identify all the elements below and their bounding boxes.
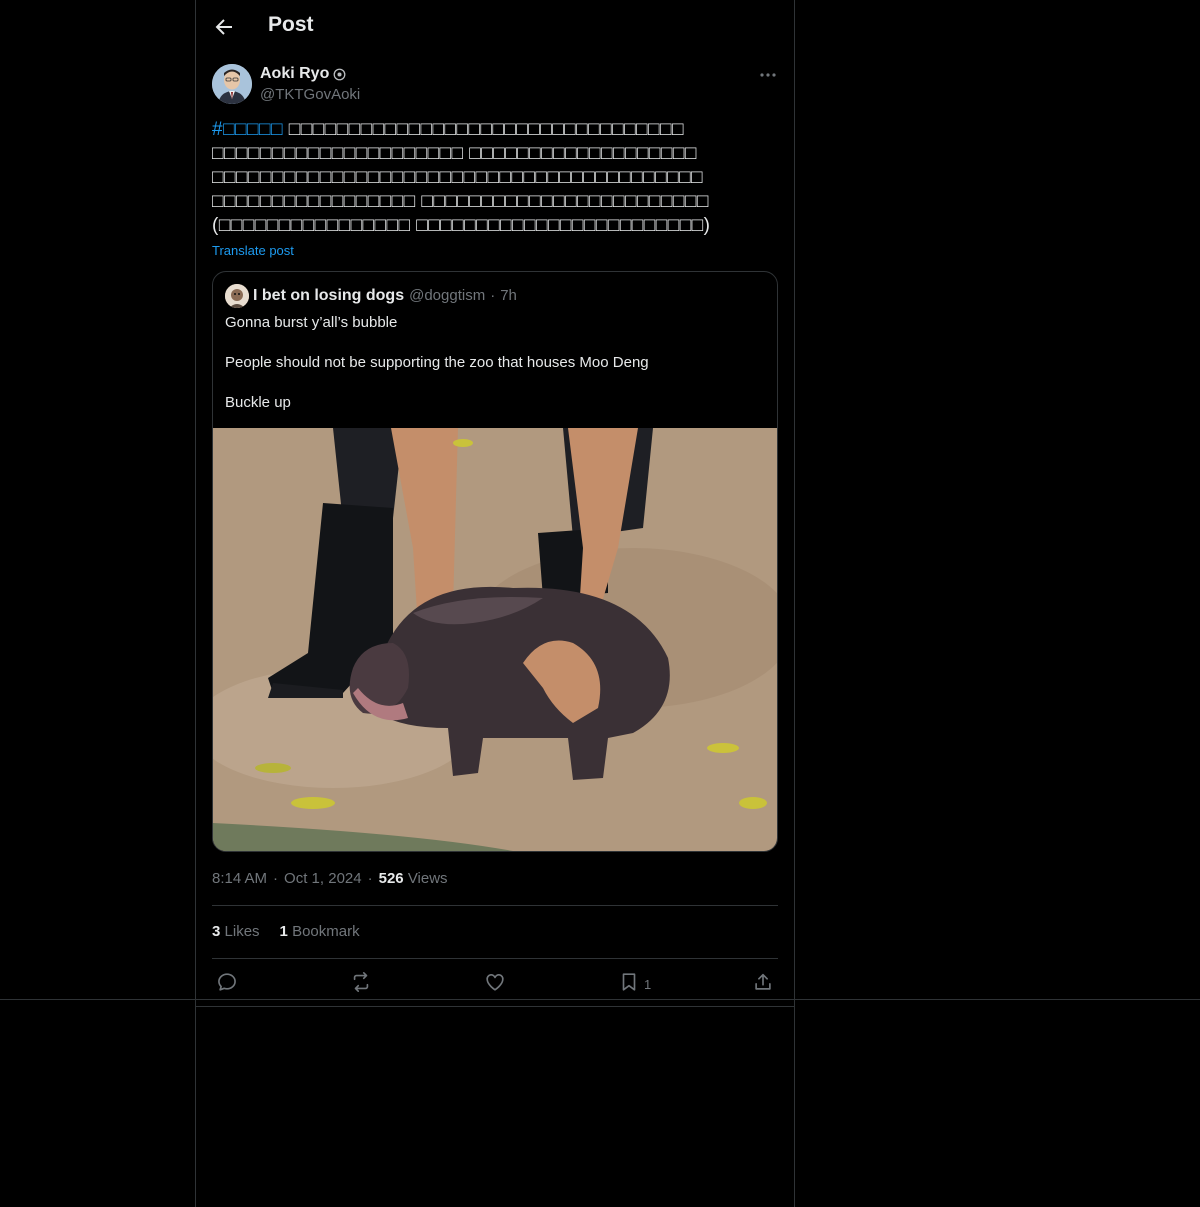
quote-avatar[interactable] bbox=[225, 284, 249, 308]
post-text-line: #□□□□□ □□□□□□□□□□□□□□□□□□□□□□□□□□□□□□□□□ bbox=[212, 119, 684, 140]
views-count: 526 bbox=[378, 870, 404, 887]
reply-icon[interactable] bbox=[216, 971, 238, 993]
hashtag-link[interactable]: #□□□□□ bbox=[212, 119, 283, 140]
views-label: Views bbox=[407, 870, 448, 887]
author-name[interactable]: Aoki Ryo bbox=[260, 65, 346, 83]
quote-text-line: Buckle up bbox=[225, 394, 291, 411]
post-text-line: □□□□□□□□□□□□□□□□□□□□□□□□□□□□□□□□□□□□□□□□… bbox=[212, 167, 704, 188]
bookmarks-stat[interactable]: 1 Bookmark bbox=[280, 923, 360, 940]
quote-text-line: People should not be supporting the zoo … bbox=[225, 354, 649, 371]
bookmark-icon[interactable] bbox=[618, 971, 640, 993]
quoted-post[interactable]: I bet on losing dogs @doggtism · 7h Gonn… bbox=[212, 271, 778, 852]
bookmarks-count: 1 bbox=[279, 923, 288, 940]
post-meta: 8:14 AM · Oct 1, 2024 · 526 Views bbox=[212, 870, 448, 887]
separator: · bbox=[490, 287, 496, 304]
divider bbox=[212, 905, 778, 906]
heart-icon[interactable] bbox=[484, 971, 506, 993]
likes-label: Likes bbox=[224, 923, 260, 940]
quote-timestamp[interactable]: 7h bbox=[500, 287, 517, 304]
quote-author-name[interactable]: I bet on losing dogs bbox=[253, 287, 404, 305]
divider bbox=[212, 958, 778, 959]
page-title: Post bbox=[268, 13, 314, 36]
likes-count: 3 bbox=[212, 923, 221, 940]
quote-author-handle[interactable]: @doggtism bbox=[409, 287, 485, 304]
quote-text-line: Gonna burst y’all’s bubble bbox=[225, 314, 398, 331]
post-text: #□□□□□ □□□□□□□□□□□□□□□□□□□□□□□□□□□□□□□□□… bbox=[212, 118, 792, 238]
post-text-line: (□□□□□□□□□□□□□□□□ □□□□□□□□□□□□□□□□□□□□□□… bbox=[212, 215, 711, 236]
separator: · bbox=[367, 870, 373, 887]
repost-icon[interactable] bbox=[350, 971, 372, 993]
post-text-line: □□□□□□□□□□□□□□□□□ □□□□□□□□□□□□□□□□□□□□□□… bbox=[212, 191, 709, 212]
author-name-text: Aoki Ryo bbox=[260, 65, 330, 82]
post-time[interactable]: 8:14 AM bbox=[212, 870, 267, 887]
bookmarks-label: Bookmark bbox=[292, 923, 360, 940]
separator: · bbox=[273, 870, 279, 887]
post-text-line: □□□□□□□□□□□□□□□□□□□□□ □□□□□□□□□□□□□□□□□□… bbox=[212, 143, 697, 164]
verified-badge-icon bbox=[333, 68, 346, 80]
quote-header: I bet on losing dogs @doggtism · 7h bbox=[253, 287, 517, 305]
divider bbox=[196, 1006, 794, 1007]
engagement-stats: 3 Likes 1 Bookmark bbox=[212, 923, 360, 940]
author-handle[interactable]: @TKTGovAoki bbox=[260, 86, 360, 103]
bookmark-action-count: 1 bbox=[644, 977, 652, 992]
more-dots-icon[interactable] bbox=[758, 65, 778, 85]
likes-stat[interactable]: 3 Likes bbox=[212, 923, 260, 940]
quote-media-image[interactable] bbox=[213, 428, 777, 851]
arrow-left-icon[interactable] bbox=[212, 15, 236, 39]
translate-post-link[interactable]: Translate post bbox=[212, 243, 294, 258]
share-icon[interactable] bbox=[752, 971, 774, 993]
post-date[interactable]: Oct 1, 2024 bbox=[284, 870, 362, 887]
views-stat: 526 Views bbox=[379, 870, 448, 887]
main-column: Post Aoki Ryo @TKTGovAoki #□□□□□ □□□□□□□… bbox=[195, 0, 795, 1207]
top-bar: Post bbox=[196, 0, 794, 54]
author-avatar[interactable] bbox=[212, 64, 252, 104]
